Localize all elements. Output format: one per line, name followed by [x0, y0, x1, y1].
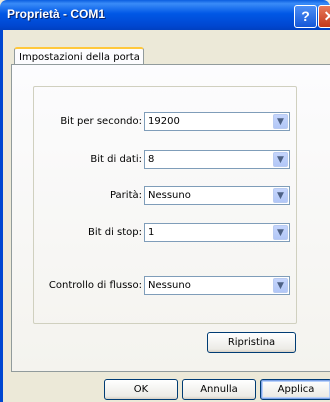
- parity-value: Nessuno: [148, 190, 191, 201]
- chevron-down-icon[interactable]: ▼: [273, 278, 288, 293]
- data-bits-select[interactable]: 8 ▼: [144, 150, 290, 169]
- chevron-down-icon[interactable]: ▼: [273, 188, 288, 203]
- data-bits-label: Bit di dati:: [90, 154, 142, 165]
- row-data-bits: Bit di dati: 8 ▼: [0, 150, 330, 170]
- parity-label: Parità:: [109, 190, 142, 201]
- row-bits-per-second: Bit per secondo: 19200 ▼: [0, 112, 330, 132]
- window-frame: [0, 30, 3, 402]
- restore-defaults-button[interactable]: Ripristina: [207, 332, 296, 353]
- window-title: Proprietà - COM1: [7, 7, 106, 21]
- bits-per-second-label: Bit per secondo:: [60, 116, 142, 127]
- parity-select[interactable]: Nessuno ▼: [144, 186, 290, 205]
- apply-button[interactable]: Applica: [260, 379, 330, 400]
- chevron-down-icon[interactable]: ▼: [273, 225, 288, 240]
- stop-bits-value: 1: [148, 227, 155, 238]
- row-flow-control: Controllo di flusso: Nessuno ▼: [0, 276, 330, 296]
- row-stop-bits: Bit di stop: 1 ▼: [0, 223, 330, 243]
- flow-control-label: Controllo di flusso:: [48, 280, 142, 291]
- title-bar[interactable]: Proprietà - COM1 ? ✕: [0, 0, 330, 30]
- help-button[interactable]: ?: [294, 5, 317, 28]
- row-parity: Parità: Nessuno ▼: [0, 186, 330, 206]
- data-bits-value: 8: [148, 154, 155, 165]
- flow-control-select[interactable]: Nessuno ▼: [144, 276, 290, 295]
- stop-bits-select[interactable]: 1 ▼: [144, 223, 290, 242]
- close-button[interactable]: ✕: [318, 5, 330, 28]
- chevron-down-icon[interactable]: ▼: [273, 152, 288, 167]
- flow-control-value: Nessuno: [148, 280, 191, 291]
- cancel-button[interactable]: Annulla: [182, 379, 256, 400]
- ok-button[interactable]: OK: [104, 379, 178, 400]
- bits-per-second-value: 19200: [148, 116, 180, 127]
- bits-per-second-select[interactable]: 19200 ▼: [144, 112, 290, 131]
- chevron-down-icon[interactable]: ▼: [273, 114, 288, 129]
- tab-strip: Impostazioni della porta: [11, 37, 330, 66]
- stop-bits-label: Bit di stop:: [87, 227, 142, 238]
